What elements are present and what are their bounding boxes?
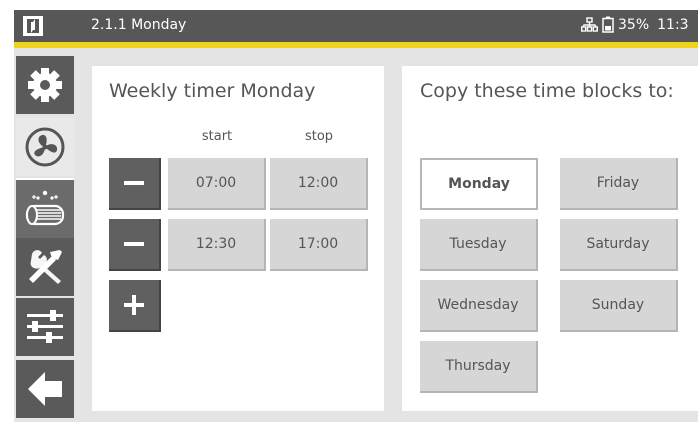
fan-icon [25,127,65,167]
day-button-wednesday[interactable]: Wednesday [420,280,538,332]
day-button-tuesday[interactable]: Tuesday [420,219,538,271]
day-button-friday[interactable]: Friday [560,158,678,210]
sidebar-item-service[interactable] [16,238,74,296]
timer-title: Weekly timer Monday [109,80,316,102]
app-frame: 2.1.1 Monday 35% 11:3 Weekly timer Monda… [14,10,698,422]
copy-panel: Copy these time blocks to: Monday Friday… [402,66,698,411]
network-icon [581,16,598,32]
clock: 11:3 [657,16,689,33]
remove-block-button[interactable] [109,158,161,210]
logo-icon [23,16,43,36]
air-treatment-icon [25,190,65,226]
timer-panel: Weekly timer Monday start stop 07:00 12:… [92,66,384,411]
sliders-icon [27,310,63,343]
battery-icon [602,16,614,33]
sidebar-item-adjustments[interactable] [16,298,74,356]
add-block-button[interactable] [109,280,161,332]
start-time-field[interactable]: 12:30 [168,219,266,271]
start-time-field[interactable]: 07:00 [168,158,266,210]
remove-block-button[interactable] [109,219,161,271]
battery-percent: 35% [618,16,650,33]
top-bar: 2.1.1 Monday 35% 11:3 [14,10,698,42]
back-arrow-icon [28,372,62,406]
status-area: 35% 11:3 [581,16,689,33]
sidebar [14,48,76,422]
back-button[interactable] [16,360,74,418]
accent-bar [14,42,698,48]
day-button-sunday[interactable]: Sunday [560,280,678,332]
sidebar-item-settings[interactable] [16,56,74,114]
sidebar-item-air-treatment[interactable] [16,178,74,240]
day-button-thursday[interactable]: Thursday [420,341,538,393]
copy-title: Copy these time blocks to: [420,80,674,102]
sidebar-item-ventilation[interactable] [16,118,74,176]
stop-time-field[interactable]: 12:00 [270,158,368,210]
minus-icon [124,181,144,185]
day-button-saturday[interactable]: Saturday [560,219,678,271]
stop-time-field[interactable]: 17:00 [270,219,368,271]
stop-column-label: stop [304,129,334,144]
tools-icon [29,250,62,284]
plus-icon [124,295,144,315]
page-title: 2.1.1 Monday [91,17,187,33]
gear-icon [28,68,62,102]
day-button-monday[interactable]: Monday [420,158,538,210]
start-column-label: start [201,129,233,144]
minus-icon [124,242,144,246]
